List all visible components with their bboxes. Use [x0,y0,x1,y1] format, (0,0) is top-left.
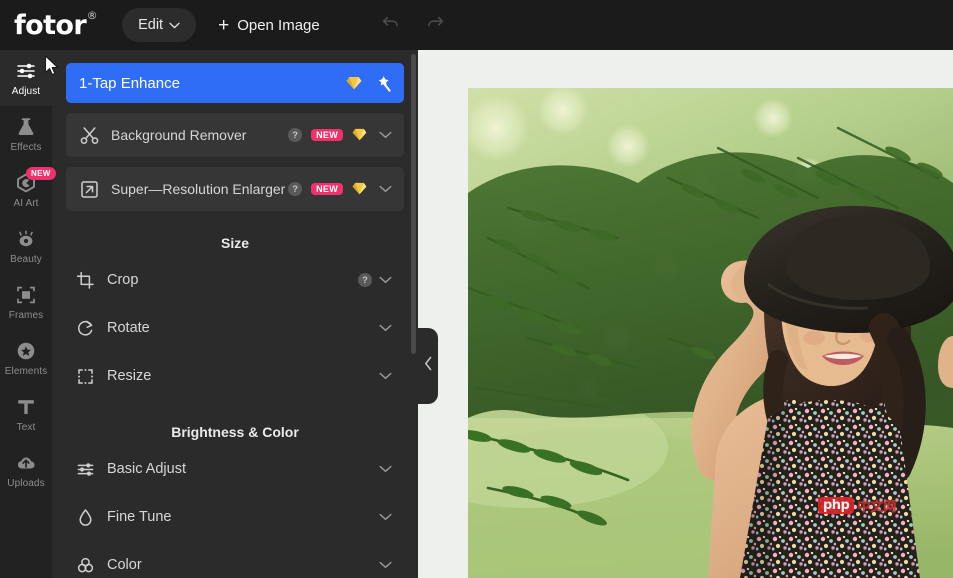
new-badge: NEW [26,167,56,180]
star-icon [14,339,38,363]
adjust-panel-scroll-content: 1-Tap Enhance Background Remover ? NEW S… [52,50,418,578]
chevron-down-icon[interactable] [378,128,393,143]
redo-button[interactable] [420,9,452,41]
fotor-editor-window: fotor ® Edit + Open Image Adjust Effects… [0,0,953,578]
watermark-php-label: php [818,497,855,514]
sidebar-item-uploads[interactable]: Uploads [0,442,52,498]
resize-icon [74,365,96,387]
tool-background-remover[interactable]: Background Remover ? NEW [66,113,404,157]
watermark: php 中文网 [818,496,896,515]
sidebar-item-beauty[interactable]: Beauty [0,218,52,274]
new-badge: NEW [311,183,343,195]
panel-row-resize[interactable]: Resize [66,352,404,400]
adjust-panel: 1-Tap Enhance Background Remover ? NEW S… [52,50,418,578]
panel-row-label: Rotate [107,320,150,336]
color-rings-icon [74,554,96,576]
sidebar-item-label: Effects [10,142,42,153]
left-tool-rail: Adjust Effects NEW AI Art Beauty Frames … [0,50,56,578]
panel-row-label: Fine Tune [107,509,172,525]
sidebar-item-elements[interactable]: Elements [0,330,52,386]
sidebar-item-label: Frames [8,310,44,321]
open-image-button[interactable]: + Open Image [218,8,320,42]
panel-row-basic-adjust[interactable]: Basic Adjust [66,445,404,493]
help-icon[interactable]: ? [288,182,303,196]
plus-icon: + [218,14,230,36]
sidebar-item-effects[interactable]: Effects [0,106,52,162]
tool-label: Background Remover [111,126,247,143]
one-tap-enhance-button[interactable]: 1-Tap Enhance [66,63,404,103]
sidebar-item-text[interactable]: Text [0,386,52,442]
scissors-icon [79,125,99,145]
watermark-chinese-label: 中文网 [857,499,897,514]
open-image-label: Open Image [237,16,320,34]
enlarge-icon [79,179,99,199]
panel-row-fine-tune[interactable]: Fine Tune [66,493,404,541]
panel-row-rotate[interactable]: Rotate [66,304,404,352]
new-badge: NEW [311,129,343,141]
chevron-down-icon[interactable] [378,273,393,288]
chevron-down-icon [169,17,180,33]
chevron-down-icon[interactable] [378,182,393,197]
fotor-logo[interactable]: fotor ® [14,9,98,41]
sliders-icon [74,458,96,480]
top-toolbar: fotor ® Edit + Open Image [0,0,953,50]
one-tap-enhance-label: 1-Tap Enhance [79,74,180,92]
eye-icon [14,227,38,251]
magic-wand-icon [374,75,391,92]
undo-arrow-icon [380,15,400,36]
droplet-icon [74,506,96,528]
undo-button[interactable] [374,9,406,41]
sidebar-item-label: Elements [4,366,48,377]
redo-arrow-icon [426,15,446,36]
chevron-down-icon[interactable] [378,462,393,477]
edit-menu-label: Edit [138,17,164,33]
sidebar-item-label: Text [16,422,36,433]
sidebar-item-label: Beauty [10,254,42,265]
chevron-down-icon[interactable] [378,321,393,336]
panel-row-crop[interactable]: Crop ? [66,256,404,304]
frame-icon [14,283,38,307]
help-icon[interactable]: ? [288,128,303,142]
section-title-size: Size [220,235,249,251]
upload-cloud-icon [14,451,38,475]
panel-scrollbar-thumb[interactable] [411,54,416,354]
tool-super-resolution-enlarger[interactable]: Super—Resolution Enlarger ? NEW [66,167,404,211]
collapse-panel-handle[interactable] [418,328,438,404]
edit-menu-button[interactable]: Edit [122,8,197,42]
flask-icon [14,115,38,139]
editor-canvas[interactable]: php 中文网 [418,50,953,578]
panel-row-label: Basic Adjust [107,461,186,477]
chevron-down-icon[interactable] [378,369,393,384]
logo-registered-mark: ® [86,8,98,22]
logo-wordmark: fotor [14,9,87,41]
panel-row-label: Resize [107,368,152,384]
sidebar-item-label: AI Art [13,198,39,209]
premium-gem-icon [352,128,368,142]
chevron-left-icon [424,356,433,376]
section-title-brightness-color: Brightness & Color [171,424,299,440]
panel-row-color[interactable]: Color [66,541,404,578]
premium-gem-icon [352,182,368,196]
panel-row-label: Color [107,557,142,573]
premium-gem-icon [346,76,362,90]
rotate-icon [74,317,96,339]
sidebar-item-adjust[interactable]: Adjust [0,50,52,106]
sliders-icon [14,59,38,83]
tool-label: Super—Resolution Enlarger [111,180,286,197]
sidebar-item-label: Uploads [7,478,45,489]
sidebar-item-ai-art[interactable]: NEW AI Art [0,162,56,218]
sidebar-item-label: Adjust [11,86,41,97]
help-icon[interactable]: ? [358,273,372,287]
text-t-icon [14,395,38,419]
chevron-down-icon[interactable] [378,558,393,573]
crop-icon [74,269,96,291]
sidebar-item-frames[interactable]: Frames [0,274,52,330]
chevron-down-icon[interactable] [378,510,393,525]
